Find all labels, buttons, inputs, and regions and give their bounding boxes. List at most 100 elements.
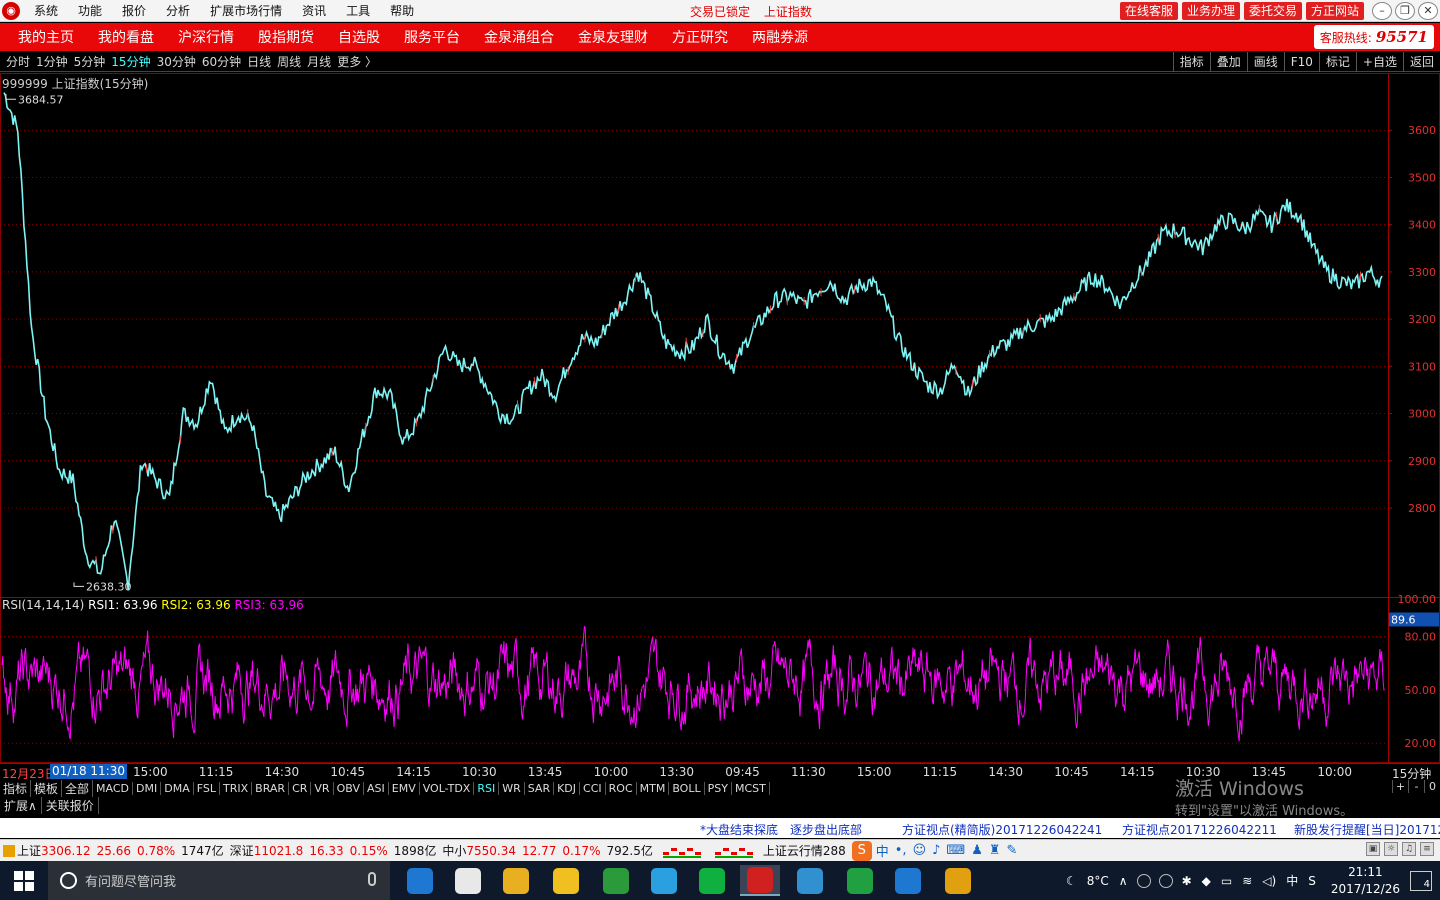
period-60min[interactable]: 60分钟 bbox=[202, 53, 241, 70]
ind-obv[interactable]: OBV bbox=[334, 781, 364, 795]
sh-value[interactable]: 3306.12 bbox=[41, 844, 91, 858]
status-lock-icon[interactable]: ▣ bbox=[1366, 842, 1380, 856]
ime-voice-icon[interactable]: ♪ bbox=[932, 843, 940, 858]
taskbar-app[interactable] bbox=[692, 865, 732, 896]
windows-start-icon[interactable] bbox=[14, 871, 34, 891]
taskbar-app[interactable] bbox=[740, 865, 780, 896]
tray-diamond-icon[interactable]: ◆ bbox=[1202, 874, 1211, 888]
nav-portfolio[interactable]: 金泉涌组合 bbox=[484, 27, 554, 47]
tray-shield-icon[interactable] bbox=[1158, 873, 1173, 888]
menu-quote[interactable]: 报价 bbox=[122, 2, 146, 19]
ind-cci[interactable]: CCI bbox=[580, 781, 606, 795]
ind-vol-tdx[interactable]: VOL-TDX bbox=[420, 781, 475, 795]
bluetooth-icon[interactable]: ✱ bbox=[1182, 874, 1192, 888]
ind-mcst[interactable]: MCST bbox=[732, 781, 770, 795]
notification-center-icon[interactable]: 4 bbox=[1410, 870, 1432, 891]
zx-value[interactable]: 7550.34 bbox=[466, 844, 516, 858]
news-item[interactable]: 逐步盘出底部 bbox=[790, 821, 862, 838]
ind-sar[interactable]: SAR bbox=[525, 781, 555, 795]
ind-tab-template[interactable]: 模板 bbox=[31, 779, 63, 797]
period-15min[interactable]: 15分钟 bbox=[111, 53, 150, 70]
taskbar-app[interactable] bbox=[496, 865, 536, 896]
ind-asi[interactable]: ASI bbox=[364, 781, 389, 795]
close-icon[interactable]: ✕ bbox=[1418, 2, 1438, 20]
input-method-indicator[interactable]: 中 bbox=[1286, 872, 1298, 889]
news-item[interactable]: 新股发行提醒[当日]201712 bbox=[1294, 821, 1440, 838]
period-tick[interactable]: 分时 bbox=[6, 53, 30, 70]
cortana-search-box[interactable]: 有问题尽管问我 bbox=[48, 861, 390, 900]
taskbar-app[interactable] bbox=[888, 865, 928, 896]
taskbar-app[interactable] bbox=[400, 865, 440, 896]
period-day[interactable]: 日线 bbox=[247, 53, 271, 70]
ind-trix[interactable]: TRIX bbox=[220, 781, 253, 795]
tool-overlay[interactable]: 叠加 bbox=[1209, 52, 1247, 72]
period-week[interactable]: 周线 bbox=[277, 53, 301, 70]
menu-extended-market[interactable]: 扩展市场行情 bbox=[210, 2, 282, 19]
zoom-in-button[interactable]: + bbox=[1392, 780, 1408, 793]
ind-dma[interactable]: DMA bbox=[161, 781, 194, 795]
online-service-button[interactable]: 在线客服 bbox=[1119, 2, 1178, 20]
period-1min[interactable]: 1分钟 bbox=[36, 53, 68, 70]
taskbar-app[interactable] bbox=[546, 865, 586, 896]
tray-app-icon[interactable] bbox=[1136, 873, 1151, 888]
tool-mark[interactable]: 标记 bbox=[1318, 52, 1356, 72]
taskbar-app[interactable] bbox=[938, 865, 978, 896]
zoom-reset-button[interactable]: 0 bbox=[1424, 780, 1440, 793]
volume-icon[interactable]: ◁) bbox=[1262, 874, 1276, 888]
taskbar-app[interactable] bbox=[448, 865, 488, 896]
ind-fsl[interactable]: FSL bbox=[194, 781, 220, 795]
taskbar-app[interactable] bbox=[840, 865, 880, 896]
taskbar-app[interactable] bbox=[644, 865, 684, 896]
status-alert-icon[interactable]: ☼ bbox=[1384, 842, 1398, 856]
ime-tool-icon[interactable]: ✎ bbox=[1007, 843, 1018, 858]
news-item[interactable]: 方证视点(精简版)20171226042241 bbox=[902, 821, 1102, 838]
period-30min[interactable]: 30分钟 bbox=[157, 53, 196, 70]
ind-rsi[interactable]: RSI bbox=[474, 781, 500, 795]
chart-area[interactable]: 3684.57 2638.30 2800 2900 3000 3100 3200 3300 3… bbox=[0, 73, 1440, 763]
menu-system[interactable]: 系统 bbox=[34, 2, 58, 19]
menu-news[interactable]: 资讯 bbox=[302, 2, 326, 19]
nav-market[interactable]: 沪深行情 bbox=[178, 27, 234, 47]
menu-tools[interactable]: 工具 bbox=[346, 2, 370, 19]
tray-network-card-icon[interactable]: ▭ bbox=[1221, 874, 1232, 888]
status-sound-icon[interactable]: ♫ bbox=[1402, 842, 1416, 856]
tool-back[interactable]: 返回 bbox=[1402, 52, 1440, 72]
status-list-icon[interactable]: ≡ bbox=[1420, 842, 1434, 856]
ind-mtm[interactable]: MTM bbox=[637, 781, 670, 795]
ime-mode[interactable]: 中 bbox=[876, 841, 889, 860]
taskbar-clock[interactable]: 21:11 2017/12/26 bbox=[1331, 864, 1400, 898]
nav-margin[interactable]: 两融券源 bbox=[752, 27, 808, 47]
nav-home[interactable]: 我的主页 bbox=[18, 27, 74, 47]
weather-moon-icon[interactable]: ☾ bbox=[1066, 874, 1077, 888]
ind-kdj[interactable]: KDJ bbox=[554, 781, 581, 795]
ind-psy[interactable]: PSY bbox=[705, 781, 732, 795]
microphone-icon[interactable] bbox=[368, 872, 376, 886]
ime-punct-icon[interactable]: •, bbox=[895, 843, 907, 858]
period-month[interactable]: 月线 bbox=[307, 53, 331, 70]
tool-add-watch[interactable]: +自选 bbox=[1355, 52, 1403, 72]
tool-f10[interactable]: F10 bbox=[1283, 52, 1319, 72]
ind-macd[interactable]: MACD bbox=[93, 781, 134, 795]
tool-draw[interactable]: 画线 bbox=[1246, 52, 1284, 72]
temperature[interactable]: 8°C bbox=[1087, 874, 1109, 888]
nav-finance[interactable]: 金泉友理财 bbox=[578, 27, 648, 47]
period-5min[interactable]: 5分钟 bbox=[74, 53, 106, 70]
kline-chart[interactable]: 3684.57 2638.30 2800 2900 3000 3100 3200 3300 3… bbox=[0, 73, 1440, 763]
zoom-out-button[interactable]: - bbox=[1408, 780, 1424, 793]
ind-roc[interactable]: ROC bbox=[606, 781, 637, 795]
ime-skin-icon[interactable]: ♜ bbox=[989, 843, 1001, 858]
sogou-ime-icon[interactable]: S bbox=[851, 840, 872, 861]
restore-icon[interactable]: ❐ bbox=[1395, 2, 1415, 20]
ind-boll[interactable]: BOLL bbox=[669, 781, 705, 795]
ime-keyboard-icon[interactable]: ⌨ bbox=[946, 843, 965, 858]
nav-watchlist[interactable]: 自选股 bbox=[338, 27, 380, 47]
menu-analysis[interactable]: 分析 bbox=[166, 2, 190, 19]
nav-my-board[interactable]: 我的看盘 bbox=[98, 27, 154, 47]
ext-related-quote-tab[interactable]: 关联报价 bbox=[42, 796, 99, 814]
ind-vr[interactable]: VR bbox=[311, 781, 334, 795]
ind-dmi[interactable]: DMI bbox=[133, 781, 162, 795]
ime-user-icon[interactable]: ♟ bbox=[971, 843, 983, 858]
nav-service[interactable]: 服务平台 bbox=[404, 27, 460, 47]
website-button[interactable]: 方正网站 bbox=[1305, 2, 1364, 20]
nav-research[interactable]: 方正研究 bbox=[672, 27, 728, 47]
